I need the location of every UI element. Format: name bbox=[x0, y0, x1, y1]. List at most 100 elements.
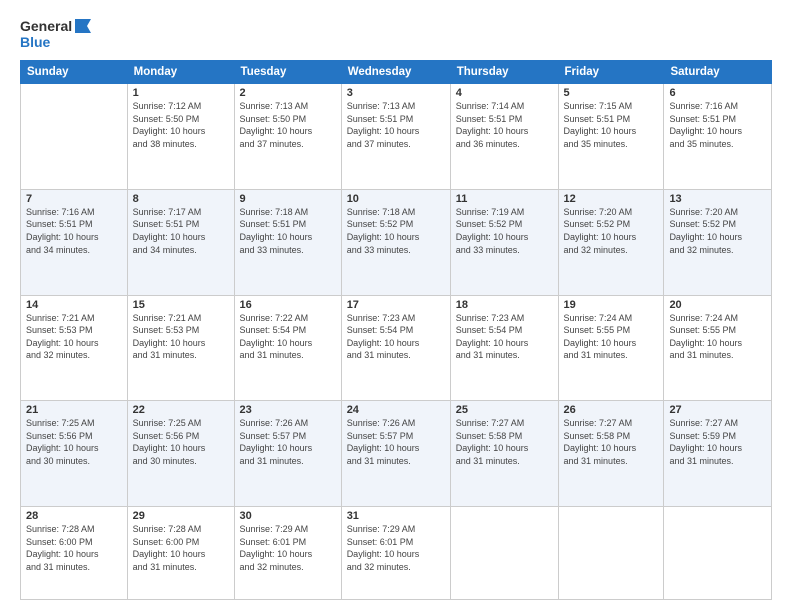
day-info: Sunrise: 7:22 AM Sunset: 5:54 PM Dayligh… bbox=[240, 312, 336, 362]
day-number: 13 bbox=[669, 193, 766, 205]
calendar-cell bbox=[450, 507, 558, 600]
day-info: Sunrise: 7:27 AM Sunset: 5:59 PM Dayligh… bbox=[669, 417, 766, 467]
day-info: Sunrise: 7:25 AM Sunset: 5:56 PM Dayligh… bbox=[26, 417, 122, 467]
day-info: Sunrise: 7:15 AM Sunset: 5:51 PM Dayligh… bbox=[564, 100, 659, 150]
day-info: Sunrise: 7:24 AM Sunset: 5:55 PM Dayligh… bbox=[669, 312, 766, 362]
day-number: 27 bbox=[669, 404, 766, 416]
day-info: Sunrise: 7:14 AM Sunset: 5:51 PM Dayligh… bbox=[456, 100, 553, 150]
day-info: Sunrise: 7:23 AM Sunset: 5:54 PM Dayligh… bbox=[347, 312, 445, 362]
calendar-week-row: 14Sunrise: 7:21 AM Sunset: 5:53 PM Dayli… bbox=[21, 295, 772, 401]
day-number: 2 bbox=[240, 87, 336, 99]
day-number: 20 bbox=[669, 299, 766, 311]
day-number: 8 bbox=[133, 193, 229, 205]
day-number: 23 bbox=[240, 404, 336, 416]
day-info: Sunrise: 7:29 AM Sunset: 6:01 PM Dayligh… bbox=[347, 523, 445, 573]
day-number: 10 bbox=[347, 193, 445, 205]
day-info: Sunrise: 7:17 AM Sunset: 5:51 PM Dayligh… bbox=[133, 206, 229, 256]
day-number: 19 bbox=[564, 299, 659, 311]
day-info: Sunrise: 7:25 AM Sunset: 5:56 PM Dayligh… bbox=[133, 417, 229, 467]
calendar-cell: 28Sunrise: 7:28 AM Sunset: 6:00 PM Dayli… bbox=[21, 507, 128, 600]
day-number: 31 bbox=[347, 510, 445, 522]
day-number: 28 bbox=[26, 510, 122, 522]
day-number: 22 bbox=[133, 404, 229, 416]
day-info: Sunrise: 7:13 AM Sunset: 5:51 PM Dayligh… bbox=[347, 100, 445, 150]
day-info: Sunrise: 7:27 AM Sunset: 5:58 PM Dayligh… bbox=[456, 417, 553, 467]
weekday-header-row: SundayMondayTuesdayWednesdayThursdayFrid… bbox=[21, 61, 772, 84]
day-number: 17 bbox=[347, 299, 445, 311]
day-number: 12 bbox=[564, 193, 659, 205]
calendar-table: SundayMondayTuesdayWednesdayThursdayFrid… bbox=[20, 60, 772, 600]
calendar-cell bbox=[21, 84, 128, 190]
calendar-cell bbox=[664, 507, 772, 600]
calendar-cell: 29Sunrise: 7:28 AM Sunset: 6:00 PM Dayli… bbox=[127, 507, 234, 600]
weekday-header-thursday: Thursday bbox=[450, 61, 558, 84]
header: GeneralBlue bbox=[20, 18, 772, 50]
day-number: 14 bbox=[26, 299, 122, 311]
calendar-cell: 30Sunrise: 7:29 AM Sunset: 6:01 PM Dayli… bbox=[234, 507, 341, 600]
calendar-cell: 7Sunrise: 7:16 AM Sunset: 5:51 PM Daylig… bbox=[21, 189, 128, 295]
day-info: Sunrise: 7:16 AM Sunset: 5:51 PM Dayligh… bbox=[669, 100, 766, 150]
weekday-header-wednesday: Wednesday bbox=[341, 61, 450, 84]
calendar-cell: 18Sunrise: 7:23 AM Sunset: 5:54 PM Dayli… bbox=[450, 295, 558, 401]
logo-flag-icon bbox=[75, 19, 91, 33]
day-number: 25 bbox=[456, 404, 553, 416]
weekday-header-monday: Monday bbox=[127, 61, 234, 84]
calendar-cell: 27Sunrise: 7:27 AM Sunset: 5:59 PM Dayli… bbox=[664, 401, 772, 507]
day-info: Sunrise: 7:28 AM Sunset: 6:00 PM Dayligh… bbox=[26, 523, 122, 573]
day-info: Sunrise: 7:18 AM Sunset: 5:52 PM Dayligh… bbox=[347, 206, 445, 256]
calendar-cell: 19Sunrise: 7:24 AM Sunset: 5:55 PM Dayli… bbox=[558, 295, 664, 401]
day-info: Sunrise: 7:24 AM Sunset: 5:55 PM Dayligh… bbox=[564, 312, 659, 362]
day-info: Sunrise: 7:23 AM Sunset: 5:54 PM Dayligh… bbox=[456, 312, 553, 362]
day-number: 1 bbox=[133, 87, 229, 99]
weekday-header-sunday: Sunday bbox=[21, 61, 128, 84]
weekday-header-saturday: Saturday bbox=[664, 61, 772, 84]
calendar-cell: 25Sunrise: 7:27 AM Sunset: 5:58 PM Dayli… bbox=[450, 401, 558, 507]
calendar-cell: 31Sunrise: 7:29 AM Sunset: 6:01 PM Dayli… bbox=[341, 507, 450, 600]
day-number: 16 bbox=[240, 299, 336, 311]
day-info: Sunrise: 7:21 AM Sunset: 5:53 PM Dayligh… bbox=[26, 312, 122, 362]
day-number: 7 bbox=[26, 193, 122, 205]
calendar-cell: 24Sunrise: 7:26 AM Sunset: 5:57 PM Dayli… bbox=[341, 401, 450, 507]
calendar-cell bbox=[558, 507, 664, 600]
calendar-cell: 4Sunrise: 7:14 AM Sunset: 5:51 PM Daylig… bbox=[450, 84, 558, 190]
day-info: Sunrise: 7:18 AM Sunset: 5:51 PM Dayligh… bbox=[240, 206, 336, 256]
day-number: 3 bbox=[347, 87, 445, 99]
day-info: Sunrise: 7:13 AM Sunset: 5:50 PM Dayligh… bbox=[240, 100, 336, 150]
day-number: 21 bbox=[26, 404, 122, 416]
day-number: 4 bbox=[456, 87, 553, 99]
calendar-cell: 17Sunrise: 7:23 AM Sunset: 5:54 PM Dayli… bbox=[341, 295, 450, 401]
calendar-cell: 13Sunrise: 7:20 AM Sunset: 5:52 PM Dayli… bbox=[664, 189, 772, 295]
day-info: Sunrise: 7:27 AM Sunset: 5:58 PM Dayligh… bbox=[564, 417, 659, 467]
calendar-week-row: 7Sunrise: 7:16 AM Sunset: 5:51 PM Daylig… bbox=[21, 189, 772, 295]
calendar-week-row: 1Sunrise: 7:12 AM Sunset: 5:50 PM Daylig… bbox=[21, 84, 772, 190]
calendar-cell: 6Sunrise: 7:16 AM Sunset: 5:51 PM Daylig… bbox=[664, 84, 772, 190]
day-number: 9 bbox=[240, 193, 336, 205]
calendar-cell: 5Sunrise: 7:15 AM Sunset: 5:51 PM Daylig… bbox=[558, 84, 664, 190]
day-info: Sunrise: 7:20 AM Sunset: 5:52 PM Dayligh… bbox=[669, 206, 766, 256]
calendar-cell: 16Sunrise: 7:22 AM Sunset: 5:54 PM Dayli… bbox=[234, 295, 341, 401]
calendar-cell: 22Sunrise: 7:25 AM Sunset: 5:56 PM Dayli… bbox=[127, 401, 234, 507]
weekday-header-tuesday: Tuesday bbox=[234, 61, 341, 84]
calendar-cell: 26Sunrise: 7:27 AM Sunset: 5:58 PM Dayli… bbox=[558, 401, 664, 507]
calendar-cell: 12Sunrise: 7:20 AM Sunset: 5:52 PM Dayli… bbox=[558, 189, 664, 295]
calendar-cell: 11Sunrise: 7:19 AM Sunset: 5:52 PM Dayli… bbox=[450, 189, 558, 295]
logo-general-text: General bbox=[20, 18, 72, 34]
day-number: 18 bbox=[456, 299, 553, 311]
day-number: 24 bbox=[347, 404, 445, 416]
day-number: 6 bbox=[669, 87, 766, 99]
day-info: Sunrise: 7:19 AM Sunset: 5:52 PM Dayligh… bbox=[456, 206, 553, 256]
page: GeneralBlue SundayMondayTuesdayWednesday… bbox=[0, 0, 792, 612]
calendar-week-row: 28Sunrise: 7:28 AM Sunset: 6:00 PM Dayli… bbox=[21, 507, 772, 600]
day-number: 5 bbox=[564, 87, 659, 99]
day-info: Sunrise: 7:28 AM Sunset: 6:00 PM Dayligh… bbox=[133, 523, 229, 573]
calendar-cell: 1Sunrise: 7:12 AM Sunset: 5:50 PM Daylig… bbox=[127, 84, 234, 190]
day-info: Sunrise: 7:21 AM Sunset: 5:53 PM Dayligh… bbox=[133, 312, 229, 362]
day-info: Sunrise: 7:29 AM Sunset: 6:01 PM Dayligh… bbox=[240, 523, 336, 573]
calendar-cell: 2Sunrise: 7:13 AM Sunset: 5:50 PM Daylig… bbox=[234, 84, 341, 190]
calendar-cell: 3Sunrise: 7:13 AM Sunset: 5:51 PM Daylig… bbox=[341, 84, 450, 190]
calendar-cell: 14Sunrise: 7:21 AM Sunset: 5:53 PM Dayli… bbox=[21, 295, 128, 401]
logo: GeneralBlue bbox=[20, 18, 91, 50]
calendar-cell: 23Sunrise: 7:26 AM Sunset: 5:57 PM Dayli… bbox=[234, 401, 341, 507]
logo-blue-text: Blue bbox=[20, 34, 91, 50]
day-number: 29 bbox=[133, 510, 229, 522]
